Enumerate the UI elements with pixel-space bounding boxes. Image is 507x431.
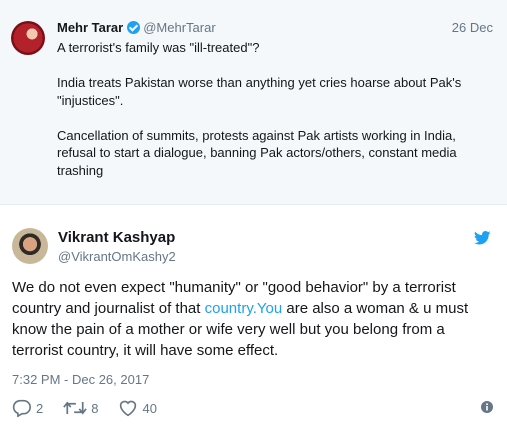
parent-paragraph: Cancellation of summits, protests agains…: [57, 127, 457, 178]
tweet-text: We do not even expect "humanity" or "goo…: [12, 277, 498, 361]
reply-button[interactable]: 2: [12, 399, 43, 417]
like-button[interactable]: 40: [118, 399, 157, 417]
author-name[interactable]: Vikrant Kashyap: [58, 229, 175, 246]
parent-paragraph: A terrorist's family was "ill-treated"?: [57, 40, 260, 55]
retweet-icon: [63, 401, 88, 415]
heart-icon: [120, 400, 137, 417]
tweet-actions: 2 8 40: [12, 397, 177, 419]
parent-tweet-text: A terrorist's family was "ill-treated"? …: [57, 39, 497, 179]
parent-author-handle[interactable]: @MehrTarar: [143, 20, 215, 35]
reply-count: 2: [36, 400, 44, 416]
author-avatar[interactable]: [12, 228, 48, 264]
parent-paragraph: India treats Pakistan worse than anythin…: [57, 75, 462, 108]
retweet-count: 8: [91, 400, 99, 416]
reply-icon: [12, 399, 31, 417]
info-icon[interactable]: [481, 401, 493, 413]
like-count: 40: [142, 400, 157, 416]
parent-author-name[interactable]: Mehr Tarar: [57, 20, 123, 35]
verified-badge-icon: [127, 21, 141, 34]
author-handle[interactable]: @VikrantOmKashy2: [58, 249, 176, 264]
twitter-bird-icon[interactable]: [474, 231, 491, 245]
parent-avatar[interactable]: [11, 21, 45, 55]
parent-date[interactable]: 26 Dec: [452, 20, 493, 35]
parent-tweet[interactable]: Mehr Tarar @MehrTarar 26 Dec A terrorist'…: [0, 0, 507, 205]
tweet-link[interactable]: country.You: [205, 300, 283, 317]
retweet-button[interactable]: 8: [63, 400, 98, 416]
tweet-timestamp[interactable]: 7:32 PM - Dec 26, 2017: [12, 372, 149, 387]
parent-header: Mehr Tarar @MehrTarar: [57, 20, 216, 36]
